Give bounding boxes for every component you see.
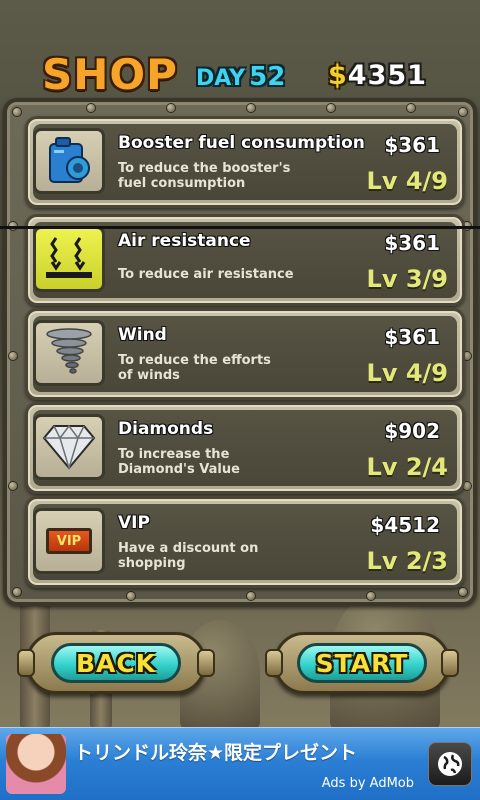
vip-badge-icon: VIP — [33, 508, 105, 574]
item-description: To reduce the booster's fuel consumption — [118, 161, 291, 191]
globe-icon[interactable] — [428, 742, 472, 786]
item-description: Have a discount on shopping — [118, 541, 259, 571]
day-number: 52 — [249, 62, 286, 92]
item-name: Booster fuel consumption — [118, 133, 365, 153]
shop-item-vip[interactable]: VIP VIP Have a discount on shopping $451… — [25, 496, 465, 588]
shop-header: SHOP DAY 52 $4351 — [0, 0, 480, 108]
start-button-frame: START — [265, 632, 459, 694]
item-description: To reduce air resistance — [118, 267, 294, 282]
shop-panel: Booster fuel consumption To reduce the b… — [3, 98, 477, 606]
ad-thumbnail[interactable] — [6, 734, 66, 794]
ad-attribution: Ads by AdMob — [321, 776, 414, 791]
money-value: 4351 — [347, 60, 427, 91]
start-button-label: START — [315, 648, 409, 678]
item-level: Lv 4/9 — [366, 167, 448, 195]
money-symbol: $ — [328, 60, 348, 91]
money-display: $4351 — [328, 60, 427, 91]
item-level: Lv 2/3 — [366, 547, 448, 575]
item-description: To increase the Diamond's Value — [118, 447, 240, 477]
ad-text[interactable]: トリンドル玲奈★限定プレゼント — [74, 738, 357, 765]
divider-line — [0, 226, 480, 229]
day-counter: DAY 52 — [196, 62, 285, 92]
item-price: $4512 — [370, 513, 440, 537]
back-button-label: BACK — [75, 648, 157, 678]
shop-item-wind[interactable]: Wind To reduce the efforts of winds $361… — [25, 308, 465, 400]
item-price: $361 — [384, 133, 440, 157]
item-price: $361 — [384, 325, 440, 349]
back-button[interactable]: BACK — [51, 643, 181, 683]
item-name: Wind — [118, 325, 167, 345]
air-resistance-icon — [33, 226, 105, 292]
tornado-icon — [33, 320, 105, 386]
item-level: Lv 3/9 — [366, 265, 448, 293]
start-button[interactable]: START — [297, 643, 427, 683]
diamond-icon — [33, 414, 105, 480]
item-name: Diamonds — [118, 419, 214, 439]
item-name: Air resistance — [118, 231, 251, 251]
shop-item-booster-fuel[interactable]: Booster fuel consumption To reduce the b… — [25, 116, 465, 208]
item-level: Lv 4/9 — [366, 359, 448, 387]
item-price: $902 — [384, 419, 440, 443]
back-button-frame: BACK — [17, 632, 215, 694]
page-title: SHOP — [42, 50, 178, 99]
ad-banner[interactable]: トリンドル玲奈★限定プレゼント Ads by AdMob — [0, 727, 480, 800]
item-price: $361 — [384, 231, 440, 255]
shop-item-diamonds[interactable]: Diamonds To increase the Diamond's Value… — [25, 402, 465, 494]
day-label: DAY — [196, 66, 246, 91]
vip-badge-text: VIP — [56, 533, 82, 549]
item-level: Lv 2/4 — [366, 453, 448, 481]
fuel-can-icon — [33, 128, 105, 194]
item-description: To reduce the efforts of winds — [118, 353, 271, 383]
item-name: VIP — [118, 513, 150, 533]
